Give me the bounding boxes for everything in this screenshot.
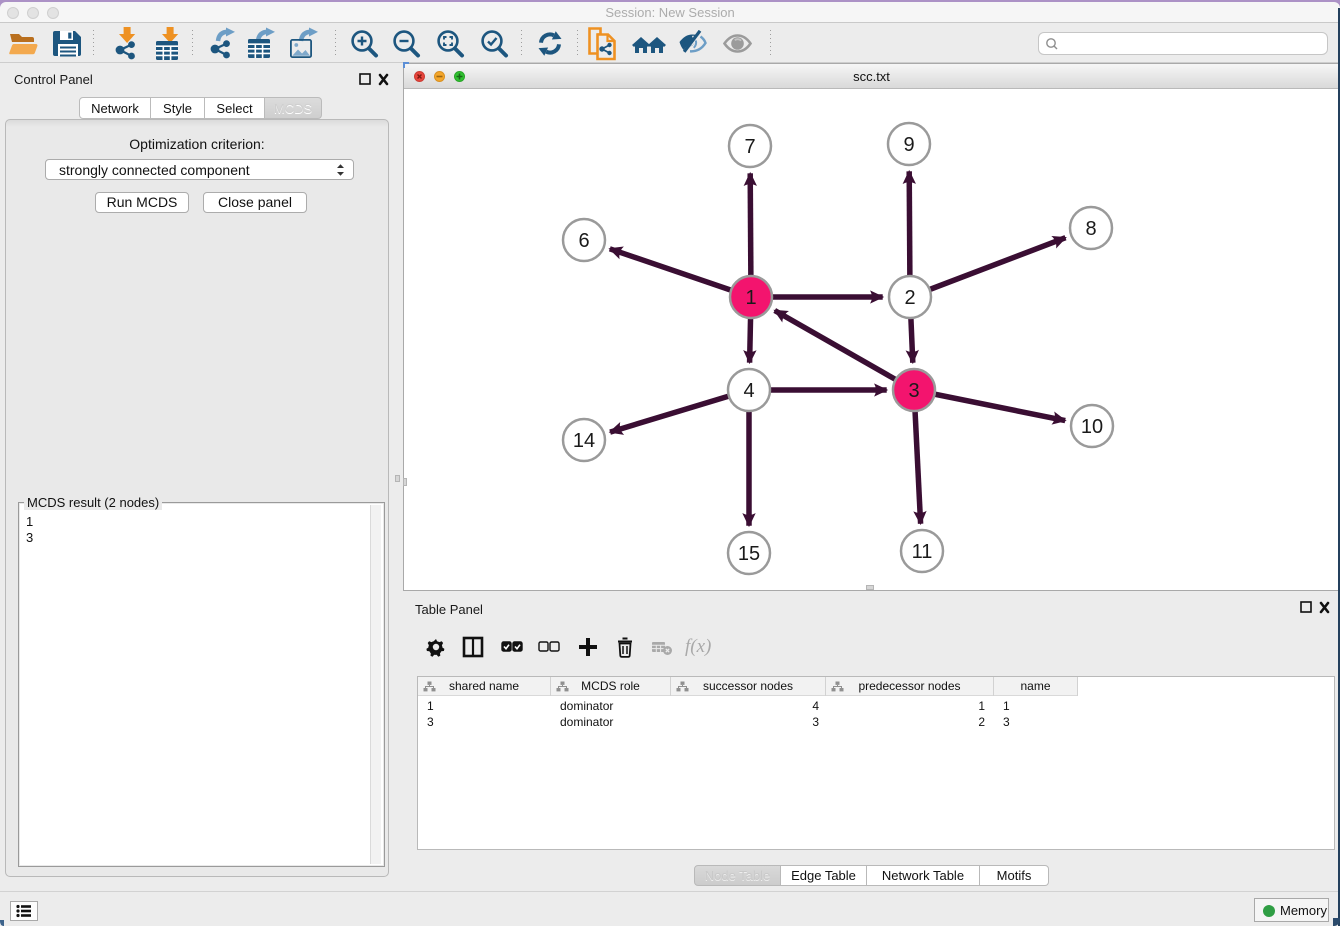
svg-text:4: 4 [743,380,754,402]
svg-text:8: 8 [1085,218,1096,240]
svg-text:9: 9 [903,134,914,156]
svg-text:2: 2 [904,287,915,309]
svg-text:14: 14 [573,430,595,452]
svg-text:7: 7 [744,136,755,158]
svg-text:10: 10 [1081,416,1103,438]
svg-text:15: 15 [738,543,760,565]
svg-text:3: 3 [908,380,919,402]
svg-text:f(x): f(x) [685,636,711,657]
svg-text:1: 1 [745,287,756,309]
svg-text:11: 11 [912,541,933,563]
svg-text:6: 6 [578,230,589,252]
